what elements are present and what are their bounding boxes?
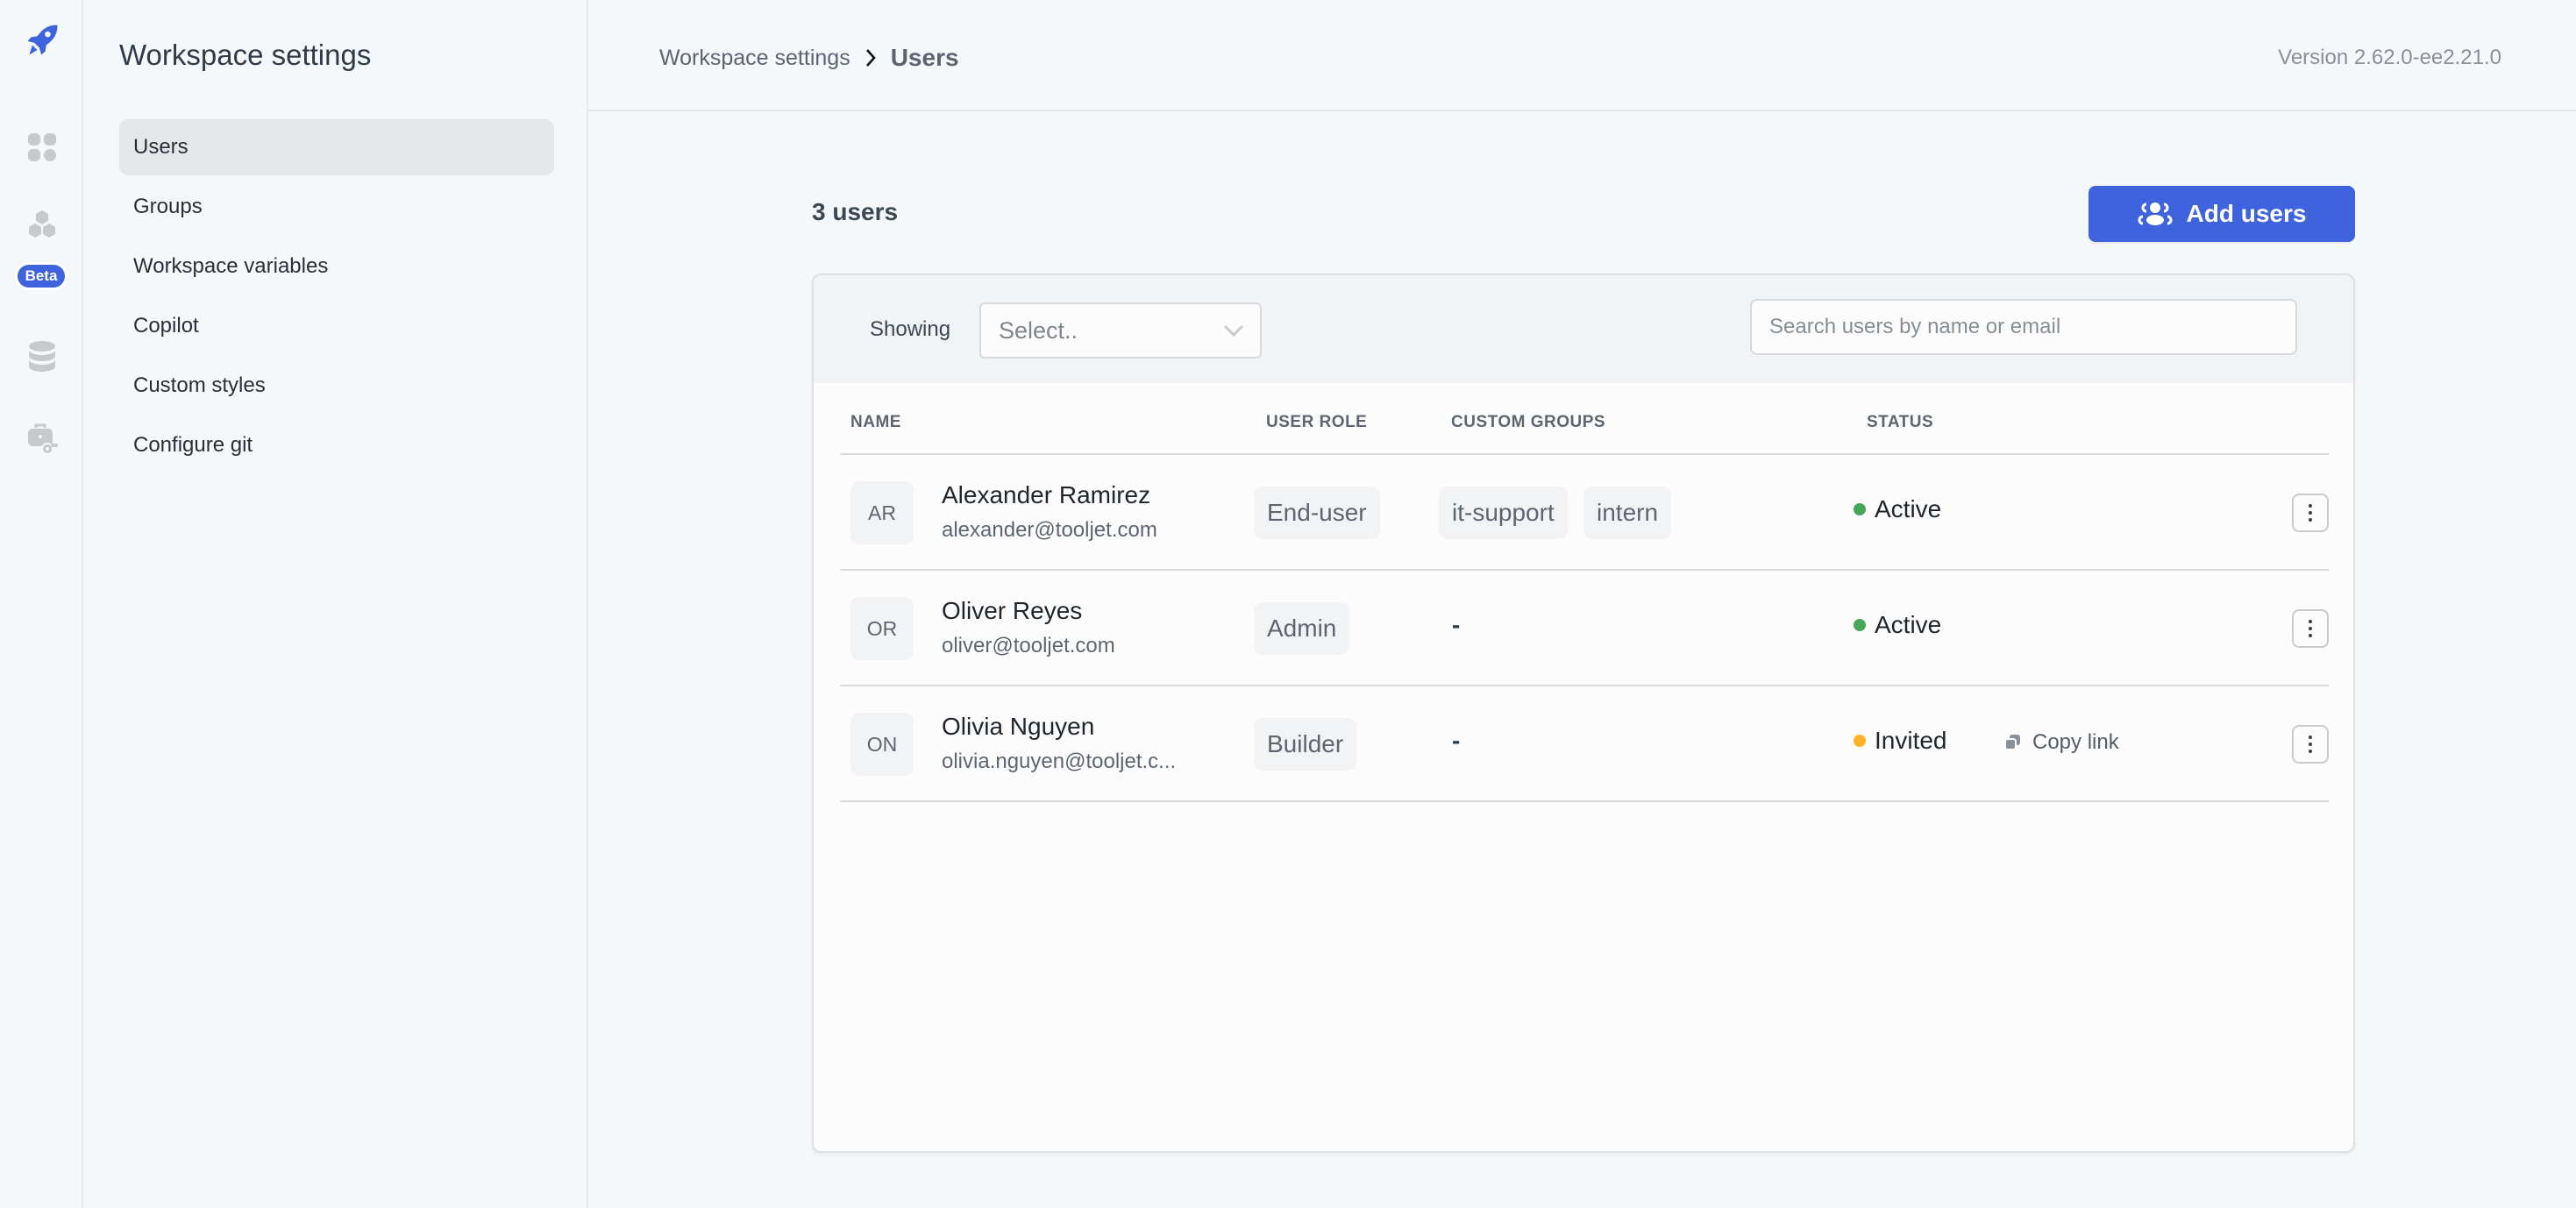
kebab-dot-icon: [2309, 518, 2312, 522]
column-header-custom-groups: CUSTOM GROUPS: [1451, 413, 1606, 431]
beta-badge: Beta: [18, 265, 65, 288]
status-badge: Invited: [1854, 727, 1947, 755]
table-row: AR Alexander Ramirez alexander@tooljet.c…: [840, 455, 2329, 571]
status-dot-icon: [1854, 619, 1866, 631]
status-badge: Active: [1854, 495, 1941, 523]
table-header: NAME USER ROLE CUSTOM GROUPS STATUS: [840, 383, 2329, 455]
group-badge: intern: [1583, 487, 1672, 539]
sidebar-title: Workspace settings: [119, 39, 372, 71]
users-card: Showing Select.. NAME USER ROLE CUSTOM G…: [812, 274, 2355, 1153]
rocket-logo-icon[interactable]: [0, 21, 83, 60]
filter-bar: Showing Select..: [814, 275, 2353, 383]
kebab-dot-icon: [2309, 627, 2312, 630]
search-users-input[interactable]: [1750, 299, 2297, 355]
settings-sidebar: Workspace settings Users Groups Workspac…: [83, 0, 588, 1208]
user-email: alexander@tooljet.com: [942, 518, 1157, 542]
sidebar-item-workspace-variables[interactable]: Workspace variables: [119, 238, 554, 295]
user-count: 3 users: [812, 198, 899, 225]
kebab-dot-icon: [2309, 735, 2312, 739]
sidebar-item-configure-git[interactable]: Configure git: [119, 417, 554, 473]
kebab-dot-icon: [2309, 620, 2312, 623]
avatar: AR: [850, 481, 914, 544]
column-header-name: NAME: [850, 413, 901, 431]
status-badge: Active: [1854, 611, 1941, 639]
row-actions-button[interactable]: [2292, 725, 2329, 764]
kebab-dot-icon: [2309, 504, 2312, 508]
copy-icon: [2004, 735, 2020, 750]
settings-nav: Users Groups Workspace variables Copilot…: [119, 119, 554, 477]
sidebar-item-users[interactable]: Users: [119, 119, 554, 175]
role-badge: End-user: [1254, 487, 1380, 539]
chevron-down-icon: [1223, 324, 1244, 337]
add-users-label: Add users: [2186, 200, 2307, 227]
user-name: Olivia Nguyen: [942, 713, 1095, 740]
version-label: Version 2.62.0-ee2.21.0: [2278, 46, 2501, 69]
breadcrumb-users: Users: [890, 44, 959, 71]
copy-link-button[interactable]: Copy link: [2004, 730, 2119, 755]
groups-empty: -: [1452, 727, 1461, 754]
role-badge: Admin: [1254, 602, 1350, 655]
kebab-dot-icon: [2309, 750, 2312, 753]
table-row: ON Olivia Nguyen olivia.nguyen@tooljet.c…: [840, 686, 2329, 802]
group-badge: it-support: [1439, 487, 1568, 539]
user-name: Alexander Ramirez: [942, 481, 1151, 508]
user-email: oliver@tooljet.com: [942, 634, 1115, 657]
avatar: ON: [850, 713, 914, 776]
user-email: olivia.nguyen@tooljet.c...: [942, 750, 1177, 773]
row-actions-button[interactable]: [2292, 609, 2329, 648]
workspace-settings-icon[interactable]: [0, 423, 83, 456]
avatar: OR: [850, 597, 914, 660]
row-actions-button[interactable]: [2292, 494, 2329, 532]
users-icon: [2138, 203, 2173, 225]
breadcrumb-workspace-settings[interactable]: Workspace settings: [659, 46, 850, 71]
breadcrumb: Workspace settings Users: [659, 44, 959, 72]
column-header-user-role: USER ROLE: [1266, 413, 1368, 431]
icon-rail: Beta: [0, 0, 83, 1208]
status-dot-icon: [1854, 735, 1866, 747]
workflows-icon[interactable]: [0, 209, 83, 238]
copy-link-label: Copy link: [2032, 730, 2119, 754]
table-row: OR Oliver Reyes oliver@tooljet.com Admin…: [840, 571, 2329, 686]
status-filter-select[interactable]: Select..: [979, 302, 1262, 359]
add-users-button[interactable]: Add users: [2089, 186, 2355, 242]
status-text: Invited: [1875, 727, 1947, 754]
role-badge: Builder: [1254, 718, 1357, 771]
kebab-dot-icon: [2309, 511, 2312, 515]
kebab-dot-icon: [2309, 743, 2312, 746]
status-text: Active: [1875, 495, 1942, 522]
sidebar-item-custom-styles[interactable]: Custom styles: [119, 358, 554, 414]
apps-grid-icon[interactable]: [0, 131, 83, 163]
chevron-right-icon: [865, 49, 876, 67]
sidebar-item-copilot[interactable]: Copilot: [119, 298, 554, 354]
user-name: Oliver Reyes: [942, 597, 1083, 624]
select-placeholder: Select..: [999, 316, 1078, 344]
page-header: Workspace settings Users Version 2.62.0-…: [588, 0, 2576, 111]
sidebar-item-groups[interactable]: Groups: [119, 179, 554, 235]
groups-empty: -: [1452, 611, 1461, 638]
kebab-dot-icon: [2309, 634, 2312, 637]
database-icon[interactable]: [0, 340, 83, 373]
status-dot-icon: [1854, 503, 1866, 515]
users-table: NAME USER ROLE CUSTOM GROUPS STATUS AR A…: [840, 383, 2329, 802]
column-header-status: STATUS: [1867, 413, 1934, 431]
showing-label: Showing: [870, 317, 951, 341]
status-text: Active: [1875, 611, 1942, 638]
